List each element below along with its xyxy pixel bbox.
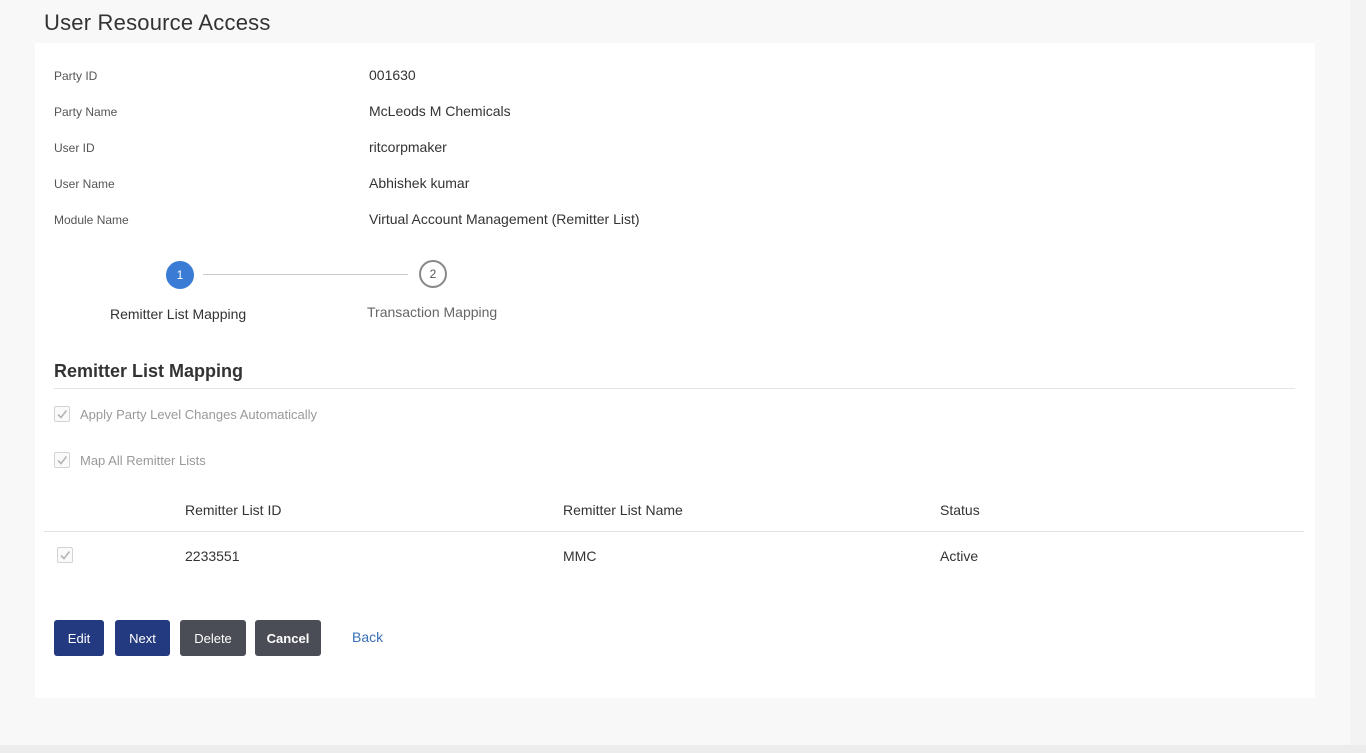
row-select-checkbox[interactable] — [57, 547, 73, 563]
user-name-value: Abhishek kumar — [369, 175, 470, 191]
apply-party-level-label: Apply Party Level Changes Automatically — [80, 407, 318, 422]
delete-button[interactable]: Delete — [180, 620, 246, 656]
edit-button[interactable]: Edit — [54, 620, 104, 656]
remitter-list-name-cell: MMC — [563, 548, 597, 564]
map-all-remitter-lists-checkbox[interactable] — [54, 452, 70, 468]
page-background: User Resource Access Party ID 001630 Par… — [0, 0, 1350, 745]
footer-strip — [0, 745, 1366, 753]
step-2-label[interactable]: Transaction Mapping — [367, 304, 497, 320]
table-header: Remitter List ID Remitter List Name Stat… — [44, 496, 1304, 532]
step-1-label[interactable]: Remitter List Mapping — [110, 306, 246, 322]
section-title: Remitter List Mapping — [54, 361, 244, 381]
remitter-list-id-cell: 2233551 — [185, 548, 240, 564]
party-id-label: Party ID — [54, 69, 98, 83]
back-link[interactable]: Back — [352, 629, 383, 645]
party-name-label: Party Name — [54, 105, 118, 119]
cancel-button[interactable]: Cancel — [255, 620, 321, 656]
vertical-scrollbar[interactable] — [1350, 0, 1366, 745]
stepper-connector — [203, 274, 408, 275]
checkmark-icon — [57, 410, 68, 419]
checkmark-icon — [57, 456, 68, 465]
apply-party-level-checkbox[interactable] — [54, 406, 70, 422]
user-id-value: ritcorpmaker — [369, 139, 447, 155]
module-name-label: Module Name — [54, 213, 129, 227]
section-divider — [54, 388, 1295, 389]
checkmark-icon — [60, 551, 71, 560]
detail-row-module-name: Module Name Virtual Account Management (… — [54, 211, 1294, 231]
module-name-value: Virtual Account Management (Remitter Lis… — [369, 211, 640, 227]
column-header-remitter-list-id: Remitter List ID — [185, 502, 282, 518]
page-title: User Resource Access — [44, 10, 271, 35]
detail-row-user-id: User ID ritcorpmaker — [54, 139, 1294, 159]
step-1-indicator[interactable]: 1 — [166, 261, 194, 289]
column-header-remitter-list-name: Remitter List Name — [563, 502, 683, 518]
party-name-value: McLeods M Chemicals — [369, 103, 511, 119]
column-header-status: Status — [940, 502, 980, 518]
content-card: Party ID 001630 Party Name McLeods M Che… — [35, 43, 1315, 698]
next-button[interactable]: Next — [115, 620, 170, 656]
detail-row-party-id: Party ID 001630 — [54, 67, 1294, 87]
status-cell: Active — [940, 548, 979, 564]
party-id-value: 001630 — [369, 67, 416, 83]
step-2-indicator[interactable]: 2 — [419, 260, 447, 288]
table-row: 2233551 MMC Active — [44, 539, 1304, 577]
user-name-label: User Name — [54, 177, 115, 191]
detail-row-party-name: Party Name McLeods M Chemicals — [54, 103, 1294, 123]
user-id-label: User ID — [54, 141, 95, 155]
detail-row-user-name: User Name Abhishek kumar — [54, 175, 1294, 195]
map-all-remitter-lists-label: Map All Remitter Lists — [80, 453, 206, 468]
